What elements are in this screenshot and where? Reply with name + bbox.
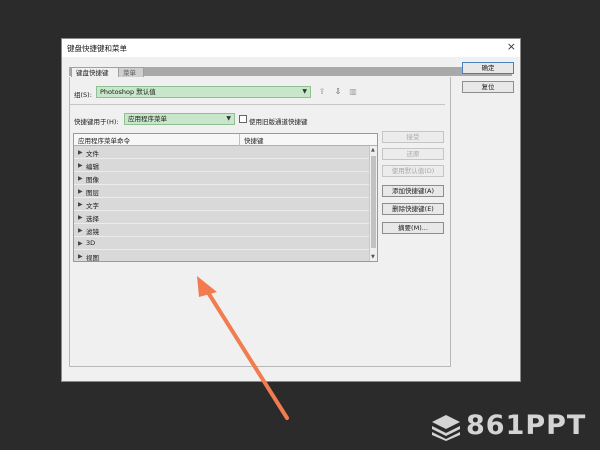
- watermark-logo: 861PPT: [430, 411, 590, 441]
- annotation-arrow-icon: [197, 276, 289, 420]
- watermark-text: 861PPT: [466, 410, 587, 441]
- layers-stack-icon: [432, 415, 460, 441]
